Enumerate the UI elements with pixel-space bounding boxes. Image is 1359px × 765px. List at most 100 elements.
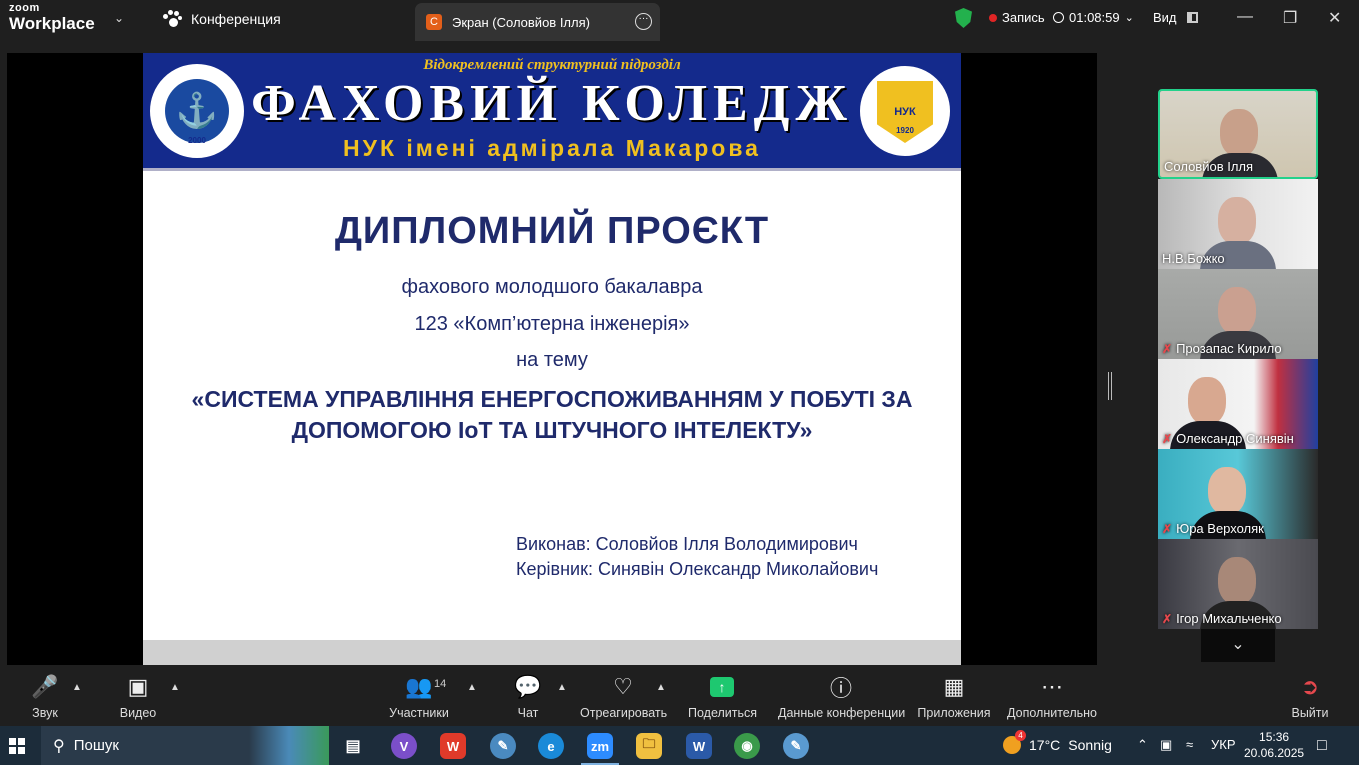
wps-office-icon[interactable]: W bbox=[440, 733, 466, 759]
participant-name: Н.В.Божко bbox=[1162, 251, 1225, 266]
participant-name: Соловйов Ілля bbox=[1164, 159, 1254, 174]
word-icon[interactable]: W bbox=[686, 733, 712, 759]
slide-title: ДИПЛОМНИЙ ПРОЄКТ bbox=[334, 210, 770, 252]
clock-time: 15:36 bbox=[1259, 730, 1290, 744]
meeting-toolbar: 🎤 Звук ▲ ▣ Видео ▲ 👥 Участники 14 ▲ 💬 Ча… bbox=[0, 668, 1359, 724]
record-dot-icon bbox=[989, 13, 997, 22]
camera-icon: ▣ bbox=[127, 674, 149, 699]
meeting-timer[interactable]: 01:08:59 ⌄ bbox=[1053, 10, 1134, 25]
language-indicator[interactable]: УКР bbox=[1211, 737, 1236, 752]
slide-topic: «СИСТЕМА УПРАВЛІННЯ ЕНЕРГОСПОЖИВАННЯМ У … bbox=[183, 384, 921, 446]
wifi-icon[interactable]: ≈ bbox=[1186, 737, 1193, 752]
chevron-down-icon[interactable]: ⌄ bbox=[114, 11, 124, 25]
chat-label: Чат bbox=[517, 706, 539, 720]
participant-tile[interactable]: ✗ Прозапас Кирило bbox=[1158, 269, 1318, 359]
participants-label: Участники bbox=[389, 706, 449, 720]
more-button[interactable]: ⋯ Дополнительно bbox=[1006, 668, 1098, 720]
apps-button[interactable]: ▦ Приложения bbox=[916, 668, 992, 720]
heart-icon: ♡ bbox=[613, 674, 633, 699]
info-icon: ⓘ bbox=[829, 676, 852, 701]
weather-widget[interactable]: 4 17°C Sonnig bbox=[1003, 730, 1112, 754]
timer-value: 01:08:59 bbox=[1069, 10, 1120, 25]
info-label: Данные конференции bbox=[778, 706, 906, 720]
logo-right-text: НУК bbox=[894, 106, 916, 118]
video-options-caret[interactable]: ▲ bbox=[170, 682, 180, 693]
participants-count: 14 bbox=[434, 678, 447, 690]
slide-footer-strip bbox=[143, 640, 961, 665]
gallery-scroll-down-button[interactable]: ⌄ bbox=[1201, 629, 1275, 662]
mic-muted-icon: ✗ bbox=[1162, 521, 1173, 536]
leave-button[interactable]: ➲ Выйти bbox=[1288, 668, 1332, 720]
share-tab-icon: С bbox=[426, 14, 442, 30]
audio-options-caret[interactable]: ▲ bbox=[72, 682, 82, 693]
search-icon: ⚲ bbox=[53, 737, 65, 755]
more-options-icon[interactable]: ··· bbox=[635, 13, 652, 30]
sun-icon: 4 bbox=[1003, 730, 1026, 754]
paint-icon[interactable]: ✎ bbox=[783, 733, 809, 759]
participants-options-caret[interactable]: ▲ bbox=[467, 682, 477, 693]
slide-degree: фахового молодшого бакалавра bbox=[401, 276, 703, 298]
mic-muted-icon: ✗ bbox=[1162, 611, 1173, 626]
view-label: Вид bbox=[1153, 10, 1177, 25]
banner-title: ФАХОВИЙ КОЛЕДЖ bbox=[251, 75, 853, 132]
search-highlight-image bbox=[249, 726, 329, 765]
share-button[interactable]: ↑ Поделиться bbox=[688, 668, 758, 720]
tab-conference[interactable]: Конференция bbox=[162, 10, 281, 28]
chat-button[interactable]: 💬 Чат bbox=[508, 668, 548, 720]
weather-temp: 17°C bbox=[1029, 737, 1061, 753]
react-button[interactable]: ♡ Отреагировать bbox=[580, 668, 667, 720]
participant-tile[interactable]: ✗ Ігор Михальченко bbox=[1158, 539, 1318, 629]
chat-options-caret[interactable]: ▲ bbox=[557, 682, 567, 693]
notifications-icon[interactable]: □ bbox=[1317, 737, 1327, 755]
paint-app-icon[interactable]: ✎ bbox=[490, 733, 516, 759]
university-logo: НУК 1920 bbox=[857, 63, 953, 159]
chat-icon: 💬 bbox=[514, 674, 542, 699]
share-label: Поделиться bbox=[688, 706, 758, 720]
topic-line-2: ДОПОМОГОЮ IoT ТА ШТУЧНОГО ІНТЕЛЕКТУ» bbox=[291, 417, 813, 443]
record-label: Запись bbox=[1002, 10, 1045, 25]
banner-subtitle: Відокремлений структурний підрозділ bbox=[423, 57, 681, 73]
video-button[interactable]: ▣ Видео bbox=[112, 668, 164, 720]
react-options-caret[interactable]: ▲ bbox=[656, 682, 666, 693]
slide-on-topic: на тему bbox=[516, 349, 588, 371]
tab-screen-share[interactable]: С Экран (Соловйов Ілля) ··· bbox=[415, 3, 660, 41]
shield-icon[interactable] bbox=[955, 8, 972, 28]
camera-tray-icon[interactable]: ▣ bbox=[1160, 737, 1172, 753]
maximize-button[interactable]: ❐ bbox=[1283, 8, 1297, 28]
participant-name: Прозапас Кирило bbox=[1176, 341, 1282, 356]
windows-start-icon[interactable] bbox=[9, 738, 25, 754]
leave-label: Выйти bbox=[1291, 706, 1329, 720]
participant-name: Олександр Синявін bbox=[1176, 431, 1294, 446]
taskbar-search[interactable]: ⚲ Пошук bbox=[41, 726, 329, 765]
edge-icon[interactable]: e bbox=[538, 733, 564, 759]
minimize-button[interactable]: — bbox=[1237, 8, 1253, 26]
task-view-icon[interactable]: ▤ bbox=[340, 733, 366, 759]
chrome-icon[interactable]: ◉ bbox=[734, 733, 760, 759]
more-label: Дополнительно bbox=[1007, 706, 1097, 720]
system-clock[interactable]: 15:36 20.06.2025 bbox=[1244, 729, 1304, 761]
close-button[interactable]: ✕ bbox=[1328, 8, 1341, 28]
windows-taskbar: ⚲ Пошук ▤ V W ✎ e zm 🗀 W ◉ ✎ 4 17°C Sonn… bbox=[0, 726, 1359, 765]
participant-tile[interactable]: Н.В.Божко bbox=[1158, 179, 1318, 269]
zoom-taskbar-icon[interactable]: zm bbox=[587, 733, 613, 759]
meeting-info-button[interactable]: ⓘ Данные конференции bbox=[778, 668, 906, 720]
audio-button[interactable]: 🎤 Звук bbox=[20, 668, 70, 720]
search-placeholder: Пошук bbox=[73, 737, 119, 754]
participant-tile[interactable]: ✗ Олександр Синявін bbox=[1158, 359, 1318, 449]
topic-line-1: «СИСТЕМА УПРАВЛІННЯ ЕНЕРГОСПОЖИВАННЯМ У … bbox=[191, 386, 913, 412]
weather-badge: 4 bbox=[1015, 730, 1026, 741]
clock-icon bbox=[1053, 12, 1064, 23]
zoom-logo: zoom Workplace bbox=[9, 3, 95, 33]
apps-label: Приложения bbox=[917, 706, 991, 720]
file-explorer-icon[interactable]: 🗀 bbox=[636, 733, 662, 759]
participant-tile[interactable]: ✗ Юра Верхоляк bbox=[1158, 449, 1318, 539]
panel-splitter-handle[interactable] bbox=[1108, 372, 1112, 400]
recording-indicator[interactable]: Запись bbox=[989, 10, 1045, 25]
slide-banner: ⚓ 2000 Відокремлений структурний підрозд… bbox=[143, 53, 961, 171]
participants-button[interactable]: 👥 Участники bbox=[385, 668, 453, 720]
chevron-up-icon[interactable]: ⌃ bbox=[1137, 737, 1148, 753]
viber-icon[interactable]: V bbox=[391, 733, 417, 759]
logo-right-year: 1920 bbox=[896, 126, 914, 135]
view-button[interactable]: Вид bbox=[1153, 10, 1198, 25]
participant-tile[interactable]: Соловйов Ілля bbox=[1158, 89, 1318, 179]
